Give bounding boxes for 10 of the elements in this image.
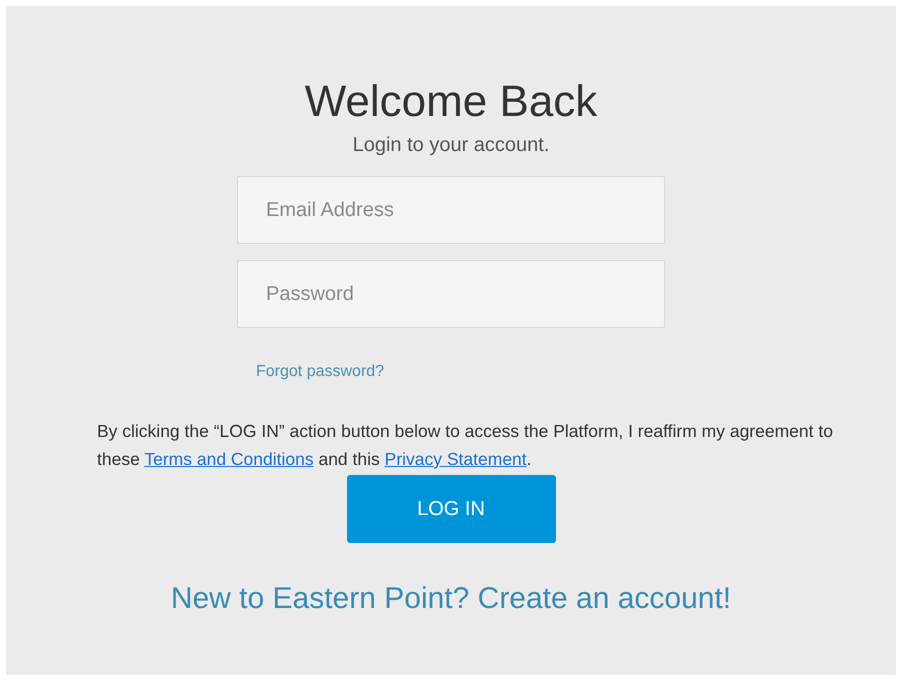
privacy-link[interactable]: Privacy Statement	[384, 449, 527, 469]
subtitle: Login to your account.	[352, 133, 550, 158]
consent-text: By clicking the “LOG IN” action button below to access the Platform, I reaffirm my agreement to these Terms and Conditions and this Privacy Statement.	[97, 420, 834, 471]
email-field[interactable]: Email Address	[237, 176, 665, 244]
terms-link[interactable]: Terms and Conditions	[144, 449, 314, 469]
login-button[interactable]: LOG IN	[346, 475, 556, 543]
forgot-password-link[interactable]: Forgot password?	[256, 363, 384, 380]
password-field[interactable]: Password	[237, 260, 665, 328]
create-account-link[interactable]: New to Eastern Point? Create an account!	[170, 581, 732, 617]
page-heading: Welcome Back	[304, 76, 598, 128]
